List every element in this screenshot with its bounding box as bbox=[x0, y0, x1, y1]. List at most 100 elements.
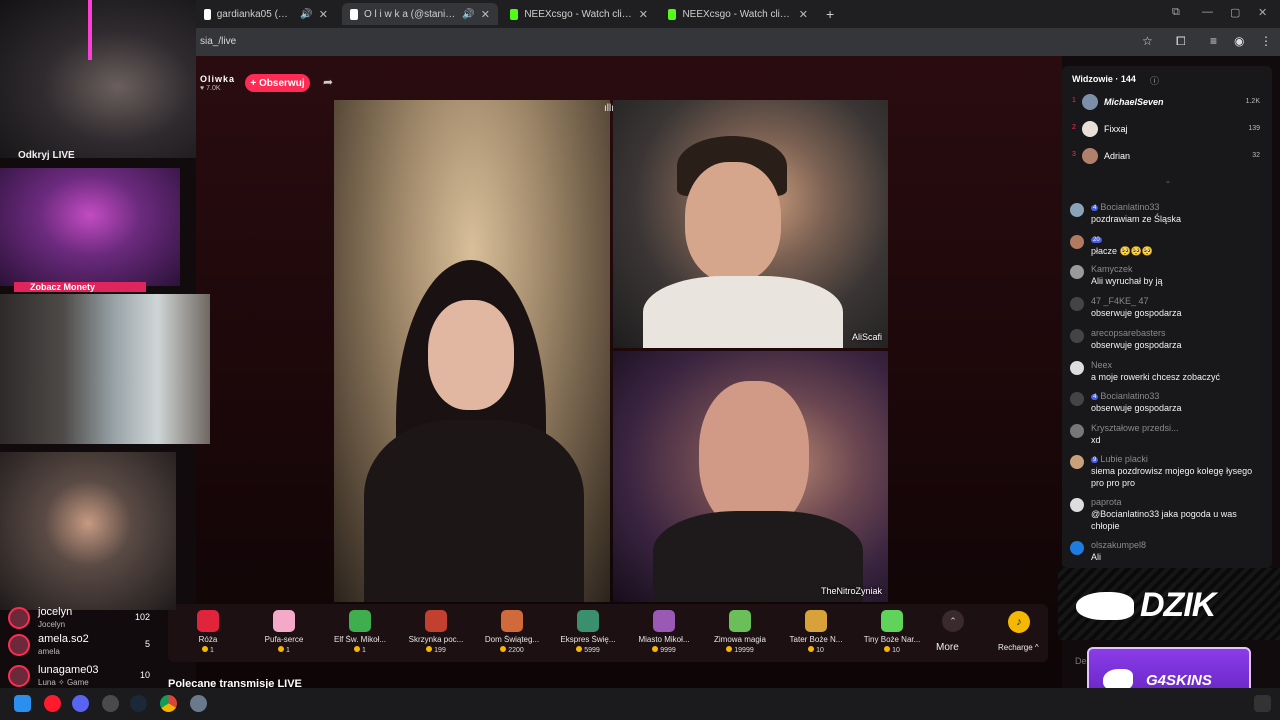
avatar[interactable] bbox=[1070, 498, 1084, 512]
gift-item[interactable]: Miasto Mikoł... 9999 bbox=[629, 610, 699, 654]
host-name[interactable]: Oliwka bbox=[200, 74, 235, 84]
video-tile-guest-1[interactable]: AliScafi bbox=[613, 100, 888, 348]
avatar[interactable] bbox=[1082, 121, 1098, 137]
menu-kebab-icon[interactable]: ⋮ bbox=[1260, 34, 1272, 48]
gift-item[interactable]: Ekspres Świę... 5999 bbox=[553, 610, 623, 654]
chat-username-text[interactable]: Kamyczek bbox=[1091, 264, 1133, 274]
chat-username-text[interactable]: 47 _F4KE_ 47 bbox=[1091, 296, 1149, 306]
maximize-icon[interactable]: ▢ bbox=[1230, 6, 1240, 19]
avatar[interactable] bbox=[8, 607, 30, 629]
bookmark-star-icon[interactable]: ☆ bbox=[1142, 34, 1153, 48]
avatar[interactable] bbox=[1070, 265, 1084, 279]
avatar[interactable] bbox=[1070, 541, 1084, 555]
minimize-icon[interactable]: — bbox=[1202, 6, 1213, 18]
avatar[interactable] bbox=[1082, 148, 1098, 164]
leaderboard-row[interactable]: lunagame03 Luna ✧ Game 10 bbox=[8, 662, 150, 690]
avatar[interactable] bbox=[1070, 392, 1084, 406]
avatar[interactable] bbox=[8, 665, 30, 687]
leaderboard-row[interactable]: amela.so2 amela 5 bbox=[8, 631, 150, 659]
gift-item[interactable]: Tiny Boże Nar... 10 bbox=[857, 610, 927, 654]
windows-start-icon[interactable] bbox=[14, 695, 31, 712]
video-tile-guest-2[interactable]: TheNitroZyniak bbox=[613, 351, 888, 602]
see-coins-label[interactable]: Zobacz Monety bbox=[14, 282, 146, 292]
chat-username-text[interactable]: Bocianlatino33 bbox=[1100, 202, 1159, 212]
chat-username[interactable]: paprota bbox=[1091, 497, 1122, 507]
avatar[interactable] bbox=[8, 634, 30, 656]
chat-username[interactable]: Kryształowe przedsi... bbox=[1091, 423, 1179, 433]
gift-item[interactable]: Dom Świąteg... 2200 bbox=[477, 610, 547, 654]
share-icon[interactable]: ➦ bbox=[323, 75, 333, 89]
profile-icon[interactable]: ◉ bbox=[1234, 34, 1244, 48]
avatar[interactable] bbox=[1082, 94, 1098, 110]
gift-item[interactable]: Elf Św. Mikoł... 1 bbox=[325, 610, 395, 654]
chat-username-text[interactable]: Neex bbox=[1091, 360, 1112, 370]
avatar[interactable] bbox=[1070, 361, 1084, 375]
viewers-title[interactable]: Widzowie · 144 bbox=[1072, 74, 1136, 84]
media-control-icon[interactable]: ≡ bbox=[1210, 34, 1217, 48]
opera-icon[interactable] bbox=[44, 695, 61, 712]
tab-oliwka[interactable]: O l i w k a (@staniszesia_) p 🔊 ✕ bbox=[342, 3, 498, 25]
chat-username-text[interactable]: olszakumpel8 bbox=[1091, 540, 1146, 550]
coin-icon[interactable]: ♪ bbox=[1008, 611, 1030, 633]
chat-username[interactable]: Neex bbox=[1091, 360, 1112, 370]
chat-username[interactable]: 47 _F4KE_ 47 bbox=[1091, 296, 1149, 306]
recharge-button[interactable]: Recharge ^ bbox=[998, 643, 1039, 652]
settings-icon[interactable] bbox=[190, 695, 207, 712]
chat-username[interactable]: Kamyczek bbox=[1091, 264, 1133, 274]
chat-scroll-chevron-icon[interactable]: ⌄ bbox=[1072, 176, 1264, 190]
app-icon[interactable] bbox=[102, 695, 119, 712]
discover-live-label[interactable]: Odkryj LIVE bbox=[18, 150, 75, 161]
chat-username-text[interactable]: paprota bbox=[1091, 497, 1122, 507]
close-icon[interactable]: ✕ bbox=[481, 8, 490, 21]
top-viewer-row[interactable]: 2 Fixxaj 139 bbox=[1072, 121, 1266, 137]
chat-username-text[interactable]: Kryształowe przedsi... bbox=[1091, 423, 1179, 433]
close-icon[interactable]: ✕ bbox=[639, 8, 648, 21]
gift-item[interactable]: Skrzynka poc... 199 bbox=[401, 610, 471, 654]
more-gifts-chevron-icon[interactable]: ⌃ bbox=[942, 610, 964, 632]
chat-username-text[interactable]: Bocianlatino33 bbox=[1100, 391, 1159, 401]
top-viewer-row[interactable]: 3 Adrian 32 bbox=[1072, 148, 1266, 164]
viewer-name[interactable]: Adrian bbox=[1104, 151, 1130, 161]
chat-username[interactable]: 4 Bocianlatino33 bbox=[1091, 202, 1159, 212]
tab-search-icon[interactable]: ⧉ bbox=[1172, 6, 1180, 19]
tab-neex-2[interactable]: NEEXcsgo - Watch clips on Kick ✕ bbox=[660, 3, 816, 25]
avatar[interactable] bbox=[1070, 329, 1084, 343]
chat-username[interactable]: olszakumpel8 bbox=[1091, 540, 1146, 550]
chat-username-text[interactable]: Lubie placki bbox=[1100, 454, 1148, 464]
extensions-icon[interactable]: ⧠ bbox=[1176, 34, 1186, 49]
speaker-icon[interactable]: 🔊 bbox=[300, 9, 312, 20]
close-icon[interactable]: ✕ bbox=[799, 8, 808, 21]
avatar[interactable] bbox=[1070, 203, 1084, 217]
chat-username[interactable]: 20 bbox=[1091, 234, 1104, 244]
tab-gardianka[interactable]: gardianka05 (@gardianka05 🔊 ✕ bbox=[196, 3, 336, 25]
chat-username-text[interactable]: arecopsarebasters bbox=[1091, 328, 1166, 338]
more-gifts-button[interactable]: More bbox=[936, 642, 959, 653]
avatar[interactable] bbox=[1070, 455, 1084, 469]
chat-username[interactable]: 9 Lubie placki bbox=[1091, 454, 1148, 464]
leaderboard-row[interactable]: jocelyn Jocelyn 102 bbox=[8, 604, 150, 632]
close-icon[interactable]: ✕ bbox=[319, 8, 328, 21]
chrome-icon[interactable] bbox=[160, 695, 177, 712]
gift-item[interactable]: Zimowa magia 19999 bbox=[705, 610, 775, 654]
gift-item[interactable]: Pufa-serce 1 bbox=[249, 610, 319, 654]
system-tray-icon[interactable] bbox=[1254, 695, 1271, 712]
url-input[interactable]: sia_/live bbox=[200, 36, 236, 47]
steam-icon[interactable] bbox=[130, 695, 147, 712]
avatar[interactable] bbox=[1070, 297, 1084, 311]
viewer-name[interactable]: Fixxaj bbox=[1104, 124, 1128, 134]
avatar[interactable] bbox=[1070, 235, 1084, 249]
discord-icon[interactable] bbox=[72, 695, 89, 712]
chat-username[interactable]: 4 Bocianlatino33 bbox=[1091, 391, 1159, 401]
chat-username[interactable]: arecopsarebasters bbox=[1091, 328, 1166, 338]
avatar[interactable] bbox=[1070, 424, 1084, 438]
close-window-icon[interactable]: ✕ bbox=[1258, 6, 1267, 19]
tab-neex-1[interactable]: NEEXcsgo - Watch clips on Kick ✕ bbox=[502, 3, 656, 25]
speaker-icon[interactable]: 🔊 bbox=[462, 9, 474, 20]
new-tab-button[interactable]: + bbox=[818, 3, 840, 25]
top-viewer-row[interactable]: 1 MichaelSeven 1.2K bbox=[1072, 94, 1266, 110]
follow-button[interactable]: + Obserwuj bbox=[245, 74, 310, 92]
gift-item[interactable]: Tater Boże N... 10 bbox=[781, 610, 851, 654]
gift-item[interactable]: Róża 1 bbox=[173, 610, 243, 654]
viewer-name[interactable]: MichaelSeven bbox=[1104, 97, 1164, 107]
chat-input[interactable]: De bbox=[1075, 656, 1087, 666]
